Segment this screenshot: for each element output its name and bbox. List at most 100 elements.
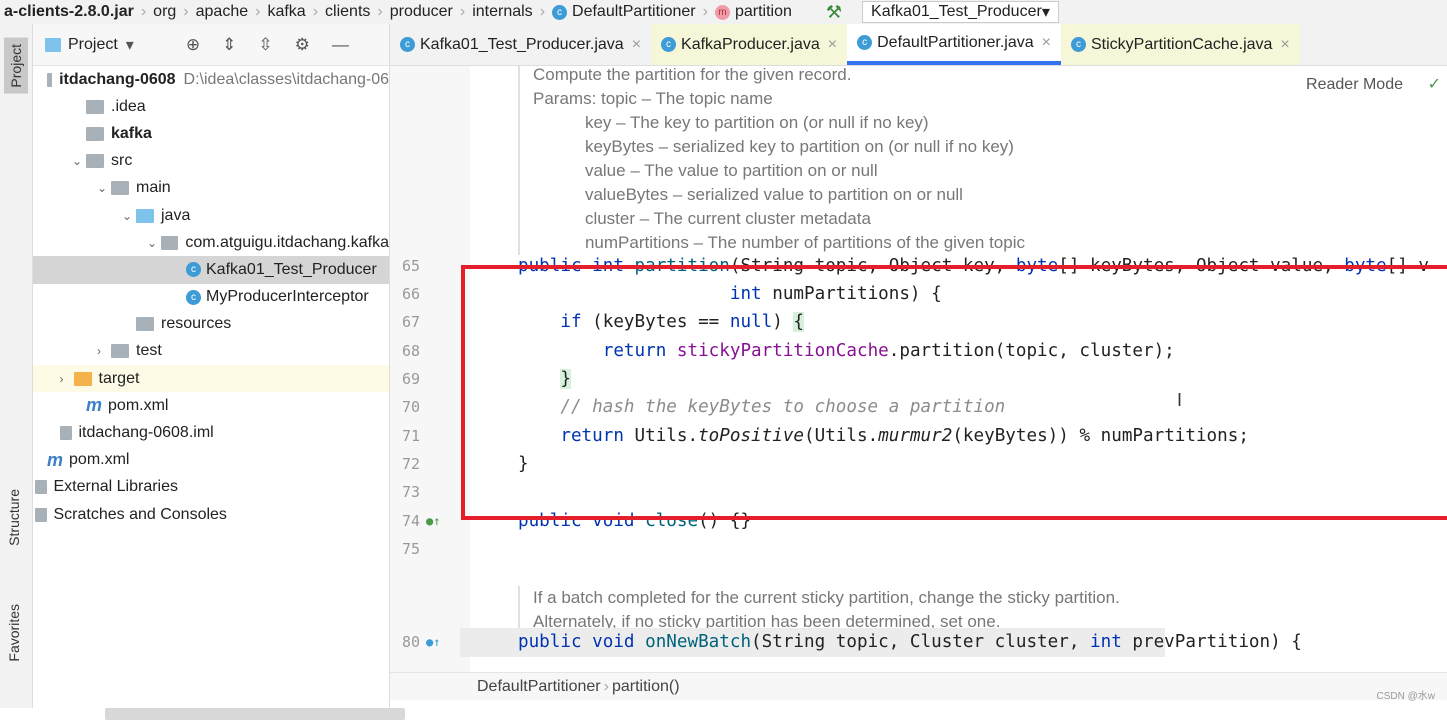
editor-tab[interactable]: c DefaultPartitioner.java × (847, 24, 1061, 65)
breadcrumb-item[interactable]: kafka (263, 3, 309, 21)
tree-item-label: kafka (111, 124, 152, 142)
overrides-icon[interactable]: ●↑ (426, 628, 440, 657)
module-icon (47, 72, 53, 87)
breadcrumb-item[interactable]: internals (468, 3, 536, 21)
code-line[interactable]: 69 } (390, 365, 1447, 394)
breadcrumb-item[interactable]: m partition (711, 3, 796, 21)
close-icon[interactable]: × (1042, 34, 1051, 52)
breadcrumb-item[interactable]: org (149, 3, 180, 21)
editor-tab[interactable]: c StickyPartitionCache.java × (1061, 24, 1300, 65)
favorites-tool-tab[interactable]: Favorites (6, 604, 22, 662)
chevron-right-icon[interactable]: › (97, 344, 111, 358)
code-editor[interactable]: Reader Mode ✓ Compute the partition for … (390, 66, 1447, 672)
code-line[interactable]: 68 return stickyPartitionCache.partition… (390, 337, 1447, 366)
line-number: 70 (401, 398, 420, 416)
build-hammer-icon[interactable]: ⚒ (826, 2, 842, 23)
code-token: byte (1015, 256, 1059, 276)
breadcrumb-label: clients (325, 3, 371, 20)
project-tool-tab[interactable]: Project (4, 38, 28, 94)
code-line[interactable]: 65 public int partition(String topic, Obj… (390, 252, 1447, 281)
code-line[interactable]: 74 public void close() {} ●↑ (390, 507, 1447, 536)
tree-item-label: MyProducerInterceptor (206, 288, 369, 306)
chevron-down-icon[interactable]: ⌄ (122, 209, 136, 223)
breadcrumb-item[interactable]: a-clients-2.8.0.jar (0, 3, 138, 21)
structure-tool-tab[interactable]: Structure (6, 489, 22, 546)
tree-item[interactable]: m pom.xml (33, 392, 389, 419)
breadcrumb-item[interactable]: apache (192, 3, 253, 21)
doc-line: Compute the partition for the given reco… (533, 66, 852, 84)
horizontal-scrollbar[interactable] (105, 708, 405, 720)
gear-icon[interactable]: ⚙ (295, 35, 310, 55)
breadcrumb-class[interactable]: DefaultPartitioner (477, 678, 601, 696)
tree-item[interactable]: .idea (33, 93, 389, 120)
collapse-all-icon[interactable]: ⇳ (258, 35, 272, 55)
tree-item[interactable]: ⌄ java (33, 202, 389, 229)
run-config-label: Kafka01_Test_Producer (871, 3, 1042, 20)
chevron-down-icon[interactable]: ▾ (126, 35, 134, 55)
line-number: 80 (401, 633, 420, 651)
close-icon[interactable]: × (632, 36, 641, 54)
breadcrumb-item[interactable]: clients (321, 3, 374, 21)
close-icon[interactable]: × (828, 36, 837, 54)
code-token: numPartitions) { (772, 284, 942, 304)
tree-item[interactable]: resources (33, 311, 389, 338)
code-line[interactable]: 80 public void onNewBatch(String topic, C… (390, 628, 1447, 657)
chevron-down-icon[interactable]: ⌄ (147, 236, 161, 250)
tree-item-label: java (161, 206, 191, 224)
editor-tab[interactable]: c Kafka01_Test_Producer.java × (390, 24, 651, 65)
breadcrumb-item[interactable]: c DefaultPartitioner (548, 3, 700, 21)
tree-item[interactable]: Scratches and Consoles (33, 501, 389, 528)
code-line[interactable]: 73 (390, 478, 1447, 507)
tree-item[interactable]: itdachang-0608 D:\idea\classes\itdachang-… (33, 66, 389, 93)
tree-item[interactable]: m pom.xml (33, 447, 389, 474)
tree-item[interactable]: ⌄ com.atguigu.itdachang.kafka (33, 229, 389, 256)
chevron-down-icon[interactable]: ⌄ (97, 181, 111, 195)
breadcrumb-label: kafka (267, 3, 306, 20)
code-token: () {} (698, 511, 752, 531)
breadcrumb-method[interactable]: partition() (612, 678, 680, 696)
code-line[interactable]: 67 if (keyBytes == null) { (390, 308, 1447, 337)
code-line[interactable]: 75 (390, 535, 1447, 564)
tree-item[interactable]: c MyProducerInterceptor (33, 284, 389, 311)
code-line[interactable]: 71 return Utils.toPositive(Utils.murmur2… (390, 422, 1447, 451)
tree-item[interactable]: itdachang-0608.iml (33, 419, 389, 446)
implements-icon[interactable]: ●↑ (426, 507, 440, 536)
tree-item[interactable]: ⌄ src (33, 148, 389, 175)
tree-item-path: D:\idea\classes\itdachang-06 (183, 70, 389, 88)
tree-item[interactable]: c Kafka01_Test_Producer (33, 256, 389, 284)
code-line[interactable]: 70 // hash the keyBytes to choose a part… (390, 393, 1447, 422)
tree-item[interactable]: External Libraries (33, 474, 389, 501)
close-icon[interactable]: × (1280, 36, 1289, 54)
locate-icon[interactable]: ⊕ (186, 35, 200, 55)
chevron-down-icon[interactable]: ⌄ (72, 154, 86, 168)
code-text: // hash the keyBytes to choose a partiti… (518, 393, 1005, 422)
code-line[interactable]: 72} (390, 450, 1447, 479)
code-text: if (keyBytes == null) { (518, 308, 805, 337)
hide-icon[interactable]: — (332, 35, 349, 55)
run-configuration-selector[interactable]: Kafka01_Test_Producer ▾ (862, 1, 1059, 23)
watermark: CSDN @水w (1376, 691, 1436, 702)
tree-item-label: test (136, 342, 162, 360)
folder-icon (86, 99, 104, 114)
breadcrumb-separator: › (255, 3, 261, 20)
code-token: (keyBytes)) % numPartitions; (952, 426, 1249, 446)
code-text: public void onNewBatch(String topic, Clu… (518, 628, 1302, 657)
expand-all-icon[interactable]: ⇕ (222, 35, 236, 55)
tree-item[interactable]: kafka (33, 120, 389, 147)
reader-mode-button[interactable]: Reader Mode (1306, 76, 1403, 94)
breadcrumb-separator: › (539, 3, 546, 20)
tree-item[interactable]: › test (33, 338, 389, 365)
chevron-right-icon[interactable]: › (60, 372, 74, 386)
code-token: .partition(topic, cluster); (888, 341, 1175, 361)
tree-item[interactable]: ⌄ main (33, 175, 389, 202)
doc-line: Params: topic – The topic name (533, 89, 773, 108)
tree-item[interactable]: › target (33, 365, 389, 393)
module-icon (86, 126, 104, 141)
project-view-selector[interactable]: Project (68, 36, 118, 54)
code-line[interactable]: 66 int numPartitions) { (390, 280, 1447, 309)
editor-tab[interactable]: c KafkaProducer.java × (651, 24, 848, 65)
breadcrumb-item[interactable]: producer (386, 3, 457, 21)
